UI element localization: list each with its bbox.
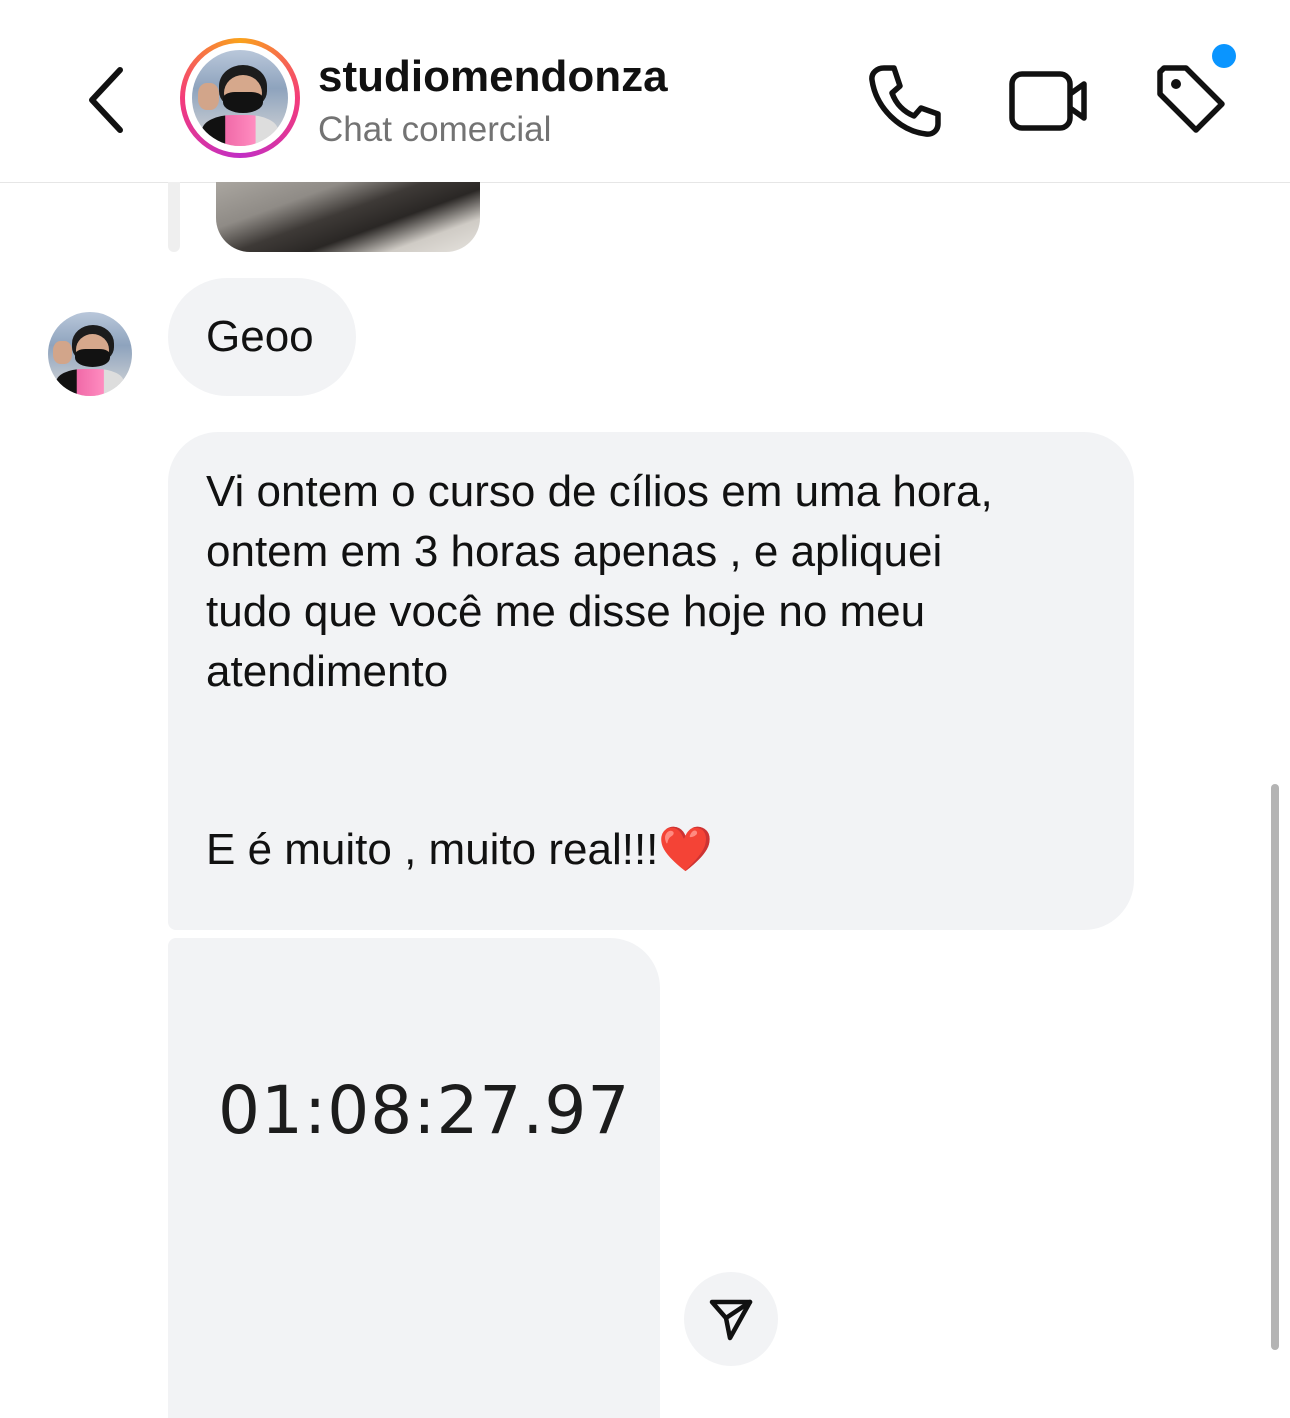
message-text: Geoo <box>206 312 314 361</box>
message-bubble[interactable]: Vi ontem o curso de cílios em uma hora, … <box>168 432 1134 930</box>
video-camera-icon <box>1009 71 1087 131</box>
timer-readout: 01:08:27.97 <box>218 1072 631 1149</box>
call-button[interactable] <box>862 60 946 144</box>
message-line: tudo que você me disse hoje no meu <box>206 587 926 636</box>
scrollbar[interactable] <box>1271 784 1279 1350</box>
label-button[interactable] <box>1148 58 1232 142</box>
message-bubble[interactable]: Geoo <box>168 278 356 396</box>
sender-avatar[interactable] <box>48 312 132 396</box>
message-line: ontem em 3 horas apenas , e apliquei <box>206 527 943 576</box>
reply-indicator <box>168 182 180 252</box>
chat-subtitle: Chat comercial <box>318 110 552 149</box>
notification-dot <box>1212 44 1236 68</box>
profile-avatar[interactable] <box>192 50 288 146</box>
share-button[interactable] <box>684 1272 778 1366</box>
message-line: Vi ontem o curso de cílios em uma hora, <box>206 467 993 516</box>
paper-plane-icon <box>709 1299 753 1341</box>
video-call-button[interactable] <box>1002 60 1094 144</box>
chat-title[interactable]: studiomendonza <box>318 52 668 102</box>
tag-icon <box>1157 65 1225 133</box>
screenshot-message[interactable]: 01:08:27.97 <box>168 938 660 1418</box>
phone-icon <box>869 65 941 137</box>
back-button[interactable] <box>80 62 140 138</box>
message-line: E é muito , muito real!!! <box>206 825 659 874</box>
chat-header: studiomendonza Chat comercial <box>0 0 1290 183</box>
heart-emoji: ❤️ <box>658 825 714 874</box>
chevron-left-icon <box>89 67 123 133</box>
photo-message[interactable] <box>216 182 480 252</box>
message-line: atendimento <box>206 647 449 696</box>
